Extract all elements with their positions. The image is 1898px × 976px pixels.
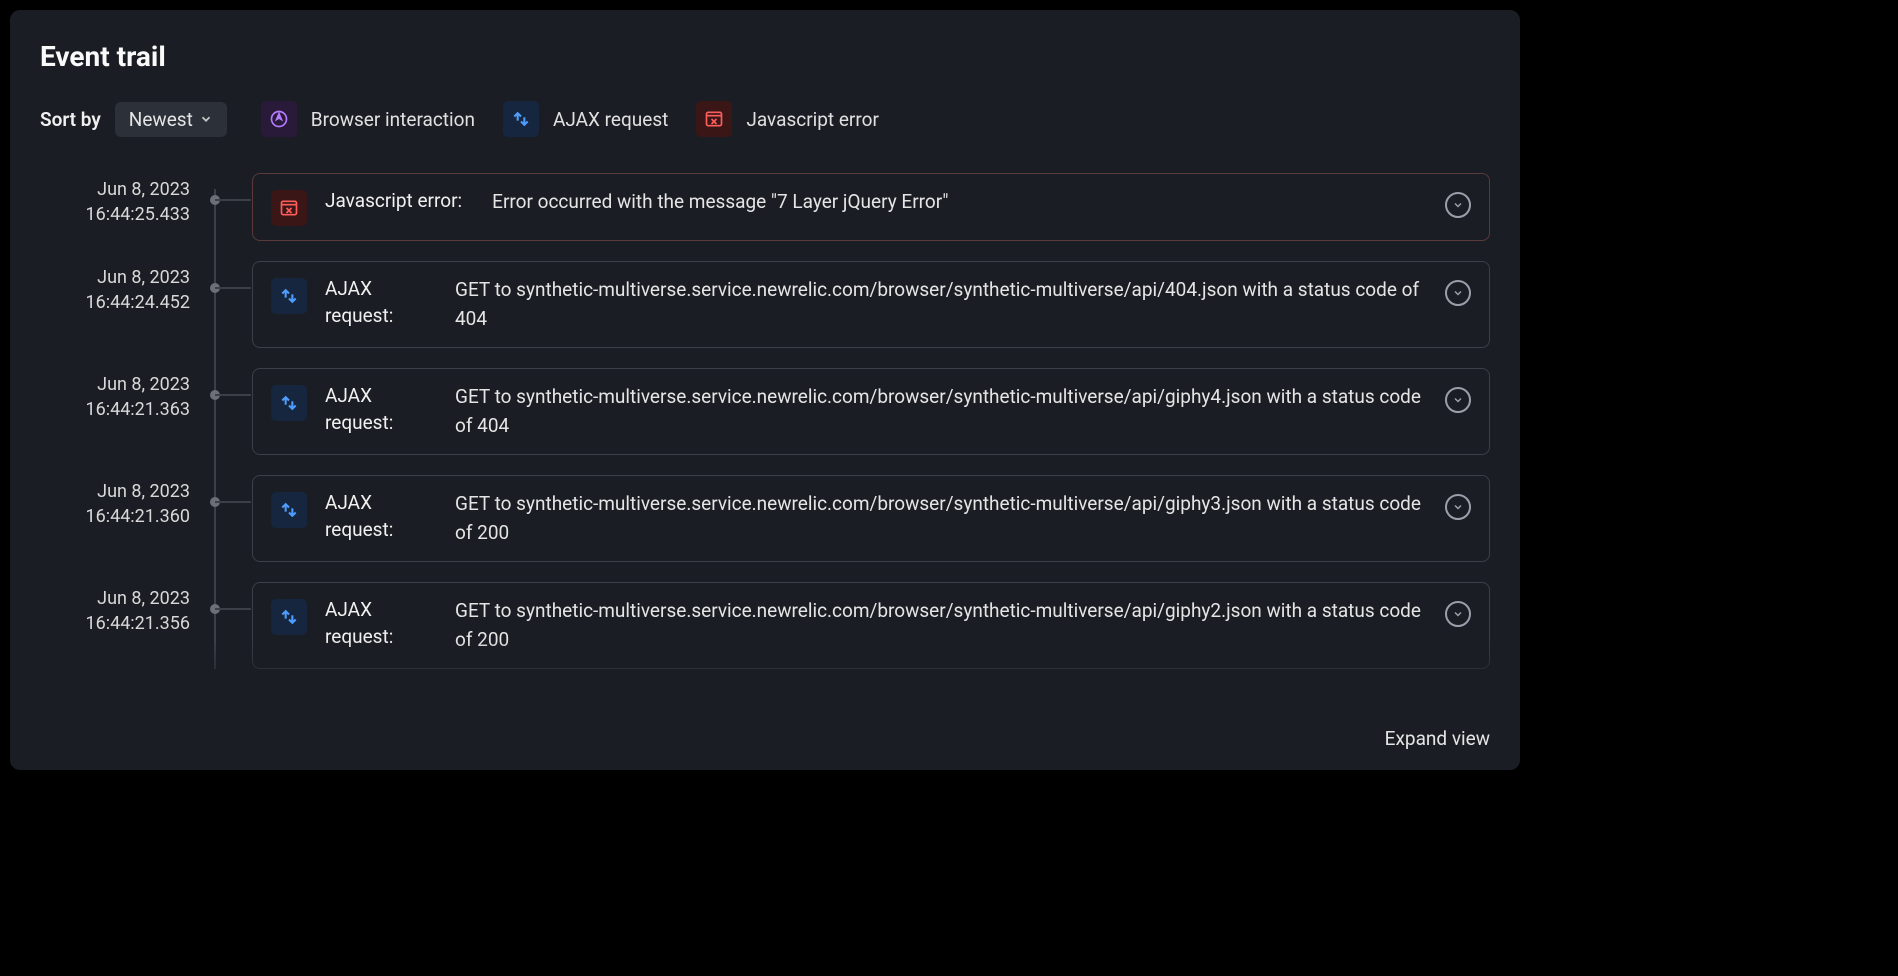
ajax-icon <box>271 385 307 421</box>
chevron-down-icon <box>199 108 213 131</box>
event-type-label: AJAX request: <box>325 276 425 329</box>
timeline-connector <box>215 608 251 610</box>
event-detail: Error occurred with the message "7 Layer… <box>492 188 1427 217</box>
event-card[interactable]: AJAX request: GET to synthetic-multiverse… <box>252 582 1490 669</box>
ajax-icon <box>271 492 307 528</box>
event-row: Jun 8, 202316:44:21.363 AJAX request: GET … <box>40 368 1490 455</box>
sort-select[interactable]: Newest <box>115 102 227 137</box>
timeline-connector <box>215 287 251 289</box>
ajax-request-icon <box>503 101 539 137</box>
event-date: Jun 8, 2023 <box>40 479 190 504</box>
event-time: 16:44:21.360 <box>40 504 190 529</box>
event-row: Jun 8, 202316:44:25.433 Javascript error:… <box>40 173 1490 241</box>
legend-jserr-label: Javascript error <box>746 108 879 131</box>
sort-by-label: Sort by <box>40 108 101 131</box>
expand-event-button[interactable] <box>1445 601 1471 627</box>
event-type-label: AJAX request: <box>325 490 425 543</box>
sort-select-value: Newest <box>129 108 193 131</box>
jserr-icon <box>271 190 307 226</box>
event-date: Jun 8, 2023 <box>40 265 190 290</box>
event-detail: GET to synthetic-multiverse.service.newr… <box>455 597 1427 654</box>
timeline-connector <box>215 501 251 503</box>
browser-interaction-icon <box>261 101 297 137</box>
legend-ajax-label: AJAX request <box>553 108 668 131</box>
ajax-icon <box>271 278 307 314</box>
event-trail-panel: Event trail Sort by Newest Browser inter… <box>10 10 1520 770</box>
event-card-body: AJAX request: GET to synthetic-multiverse… <box>325 383 1427 440</box>
event-card[interactable]: AJAX request: GET to synthetic-multiverse… <box>252 368 1490 455</box>
timeline-connector <box>215 394 251 396</box>
event-card[interactable]: AJAX request: GET to synthetic-multiverse… <box>252 475 1490 562</box>
event-type-label: AJAX request: <box>325 597 425 650</box>
legend-js-error: Javascript error <box>696 101 879 137</box>
legend-browser-label: Browser interaction <box>311 108 475 131</box>
event-card[interactable]: Javascript error: Error occurred with the… <box>252 173 1490 241</box>
timeline-wrap: Jun 8, 202316:44:25.433Javascript error:… <box>40 173 1490 750</box>
event-card-body: AJAX request: GET to synthetic-multiverse… <box>325 597 1427 654</box>
js-error-icon <box>696 101 732 137</box>
event-card-body: AJAX request: GET to synthetic-multiverse… <box>325 276 1427 333</box>
event-date: Jun 8, 2023 <box>40 372 190 397</box>
event-time: 16:44:21.363 <box>40 397 190 422</box>
panel-title: Event trail <box>40 40 1490 73</box>
event-timestamp: Jun 8, 202316:44:21.356 <box>40 582 190 636</box>
event-row: Jun 8, 202316:44:24.452 AJAX request: GET … <box>40 261 1490 348</box>
event-row: Jun 8, 202316:44:21.356 AJAX request: GET … <box>40 582 1490 669</box>
event-card[interactable]: AJAX request: GET to synthetic-multiverse… <box>252 261 1490 348</box>
event-type-label: AJAX request: <box>325 383 425 436</box>
event-timestamp: Jun 8, 202316:44:25.433 <box>40 173 190 227</box>
event-time: 16:44:25.433 <box>40 202 190 227</box>
event-time: 16:44:24.452 <box>40 290 190 315</box>
expand-event-button[interactable] <box>1445 192 1471 218</box>
event-row: Jun 8, 202316:44:21.360 AJAX request: GET … <box>40 475 1490 562</box>
timeline: Jun 8, 202316:44:25.433Javascript error:… <box>40 173 1490 669</box>
ajax-icon <box>271 599 307 635</box>
event-date: Jun 8, 2023 <box>40 177 190 202</box>
event-detail: GET to synthetic-multiverse.service.newr… <box>455 383 1427 440</box>
event-card-body: AJAX request: GET to synthetic-multiverse… <box>325 490 1427 547</box>
event-card-body: Javascript error: Error occurred with the… <box>325 188 1427 217</box>
event-timestamp: Jun 8, 202316:44:24.452 <box>40 261 190 315</box>
expand-event-button[interactable] <box>1445 280 1471 306</box>
timeline-connector <box>215 199 251 201</box>
expand-event-button[interactable] <box>1445 494 1471 520</box>
expand-view-link[interactable]: Expand view <box>1385 727 1490 750</box>
event-detail: GET to synthetic-multiverse.service.newr… <box>455 276 1427 333</box>
event-timestamp: Jun 8, 202316:44:21.360 <box>40 475 190 529</box>
event-date: Jun 8, 2023 <box>40 586 190 611</box>
legend-ajax-request: AJAX request <box>503 101 668 137</box>
event-time: 16:44:21.356 <box>40 611 190 636</box>
expand-event-button[interactable] <box>1445 387 1471 413</box>
event-detail: GET to synthetic-multiverse.service.newr… <box>455 490 1427 547</box>
controls-row: Sort by Newest Browser interaction AJAX … <box>40 101 1490 137</box>
legend-browser-interaction: Browser interaction <box>261 101 475 137</box>
event-timestamp: Jun 8, 202316:44:21.363 <box>40 368 190 422</box>
event-type-label: Javascript error: <box>325 188 462 215</box>
